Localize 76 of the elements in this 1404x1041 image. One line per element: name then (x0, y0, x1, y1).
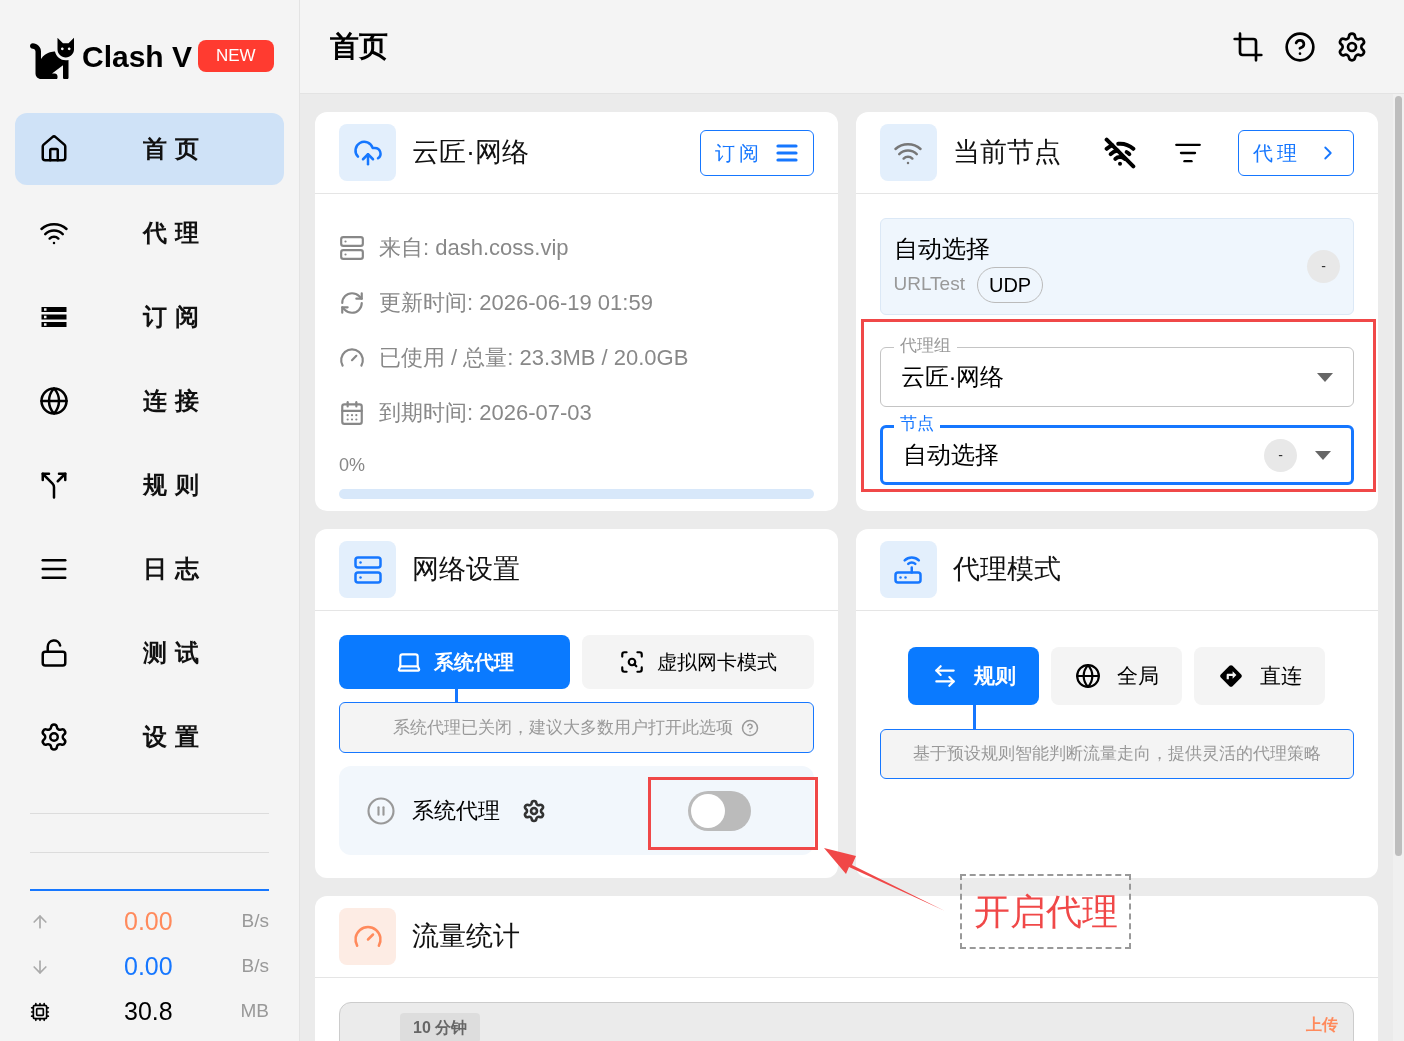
delay-badge: - (1264, 438, 1297, 472)
select-label: 代理组 (893, 336, 957, 356)
toggle-label: 系统代理 (412, 797, 500, 825)
nav-item[interactable]: 订阅 (15, 281, 284, 353)
globe-icon (39, 386, 69, 416)
wifi-icon (879, 124, 937, 181)
app-name: Clash V (82, 39, 193, 75)
hint-text: 系统代理已关闭，建议大多数用户打开此选项 (393, 716, 734, 739)
help-icon[interactable] (1284, 30, 1316, 63)
proxy-toggle[interactable] (687, 790, 751, 831)
delay-badge: - (1307, 250, 1340, 283)
globe-icon (1074, 663, 1101, 689)
annotation-text: 开启代理 (973, 889, 1118, 934)
nav-item[interactable]: 规则 (15, 449, 284, 521)
select-value: 自动选择 (902, 440, 999, 470)
home-icon (39, 134, 69, 164)
select-label: 节点 (893, 414, 940, 434)
mode-button[interactable]: 全局 (1051, 647, 1183, 705)
unlock-icon (39, 638, 69, 668)
page-title: 首页 (330, 28, 388, 64)
profile-info: 来自: dash.coss.vip (379, 234, 569, 262)
profile-info: 到期时间: 2026-07-03 (379, 399, 592, 427)
nav-item[interactable]: 测试 (15, 617, 284, 689)
branch-icon (39, 470, 69, 500)
nav-item[interactable]: 连接 (15, 365, 284, 437)
traffic-unit: B/s (241, 954, 269, 979)
router-icon (879, 541, 937, 598)
node-name: 自动选择 (893, 233, 991, 264)
mode-tab[interactable]: 虚拟网卡模式 (582, 635, 814, 689)
traffic-value: 0.00 (124, 950, 173, 982)
mode-button[interactable]: 规则 (908, 647, 1040, 705)
traffic-value: 30.8 (124, 995, 173, 1027)
settings-icon (39, 722, 69, 752)
dropdown-caret-icon (1315, 450, 1331, 460)
card-title: 网络设置 (412, 553, 520, 587)
select-value: 云匠·网络 (900, 362, 1005, 392)
server-icon (339, 541, 396, 598)
nav-item[interactable]: 代理 (15, 197, 284, 269)
traffic-value: 0.00 (124, 905, 173, 937)
card-title: 代理模式 (952, 553, 1061, 587)
search-icon (618, 649, 645, 675)
time-range-tab[interactable]: 10 分钟 (400, 1013, 481, 1041)
settings-icon[interactable] (522, 798, 546, 823)
gauge-icon (339, 908, 396, 965)
upload-legend: 上传 (1306, 1013, 1338, 1037)
node-type: URLTest (893, 272, 965, 297)
dropdown-caret-icon (1317, 372, 1333, 382)
screenshot-icon[interactable] (1232, 30, 1264, 63)
card-title: 流量统计 (412, 920, 520, 954)
proxy-button[interactable]: 代理 (1238, 129, 1354, 176)
mode-tab[interactable]: 系统代理 (339, 635, 571, 689)
new-badge: NEW (198, 40, 274, 72)
settings-icon[interactable] (1336, 30, 1368, 63)
hint-text: 基于预设规则智能判断流量走向，提供灵活的代理策略 (912, 743, 1321, 766)
traffic-unit: B/s (241, 909, 269, 934)
mode-button[interactable]: 直连 (1194, 647, 1326, 705)
nav-item[interactable]: 日志 (15, 533, 284, 605)
scrollbar[interactable] (1393, 94, 1404, 1041)
profile-info: 更新时间: 2026-06-19 01:59 (379, 289, 653, 317)
wifi-off-icon[interactable] (1104, 136, 1136, 169)
subscribe-button[interactable]: 订阅 (699, 129, 814, 176)
cloud-upload-icon (339, 124, 396, 181)
turn-sign-icon (1217, 663, 1244, 689)
server-icon (339, 234, 365, 261)
card-title: 云匠·网络 (412, 136, 529, 170)
calendar-icon (339, 399, 365, 426)
chip-icon (30, 1001, 50, 1022)
traffic-unit: MB (240, 999, 269, 1024)
profile-info: 已使用 / 总量: 23.3MB / 20.0GB (379, 344, 689, 372)
nav-item[interactable]: 设置 (15, 701, 284, 773)
usage-percent: 0% (339, 454, 365, 477)
refresh-icon (339, 289, 365, 316)
pause-icon (366, 795, 396, 826)
nav-item[interactable]: 首页 (15, 113, 284, 185)
node-card[interactable]: 自动选择 URLTest UDP - (879, 218, 1354, 315)
card-title: 当前节点 (952, 136, 1061, 170)
